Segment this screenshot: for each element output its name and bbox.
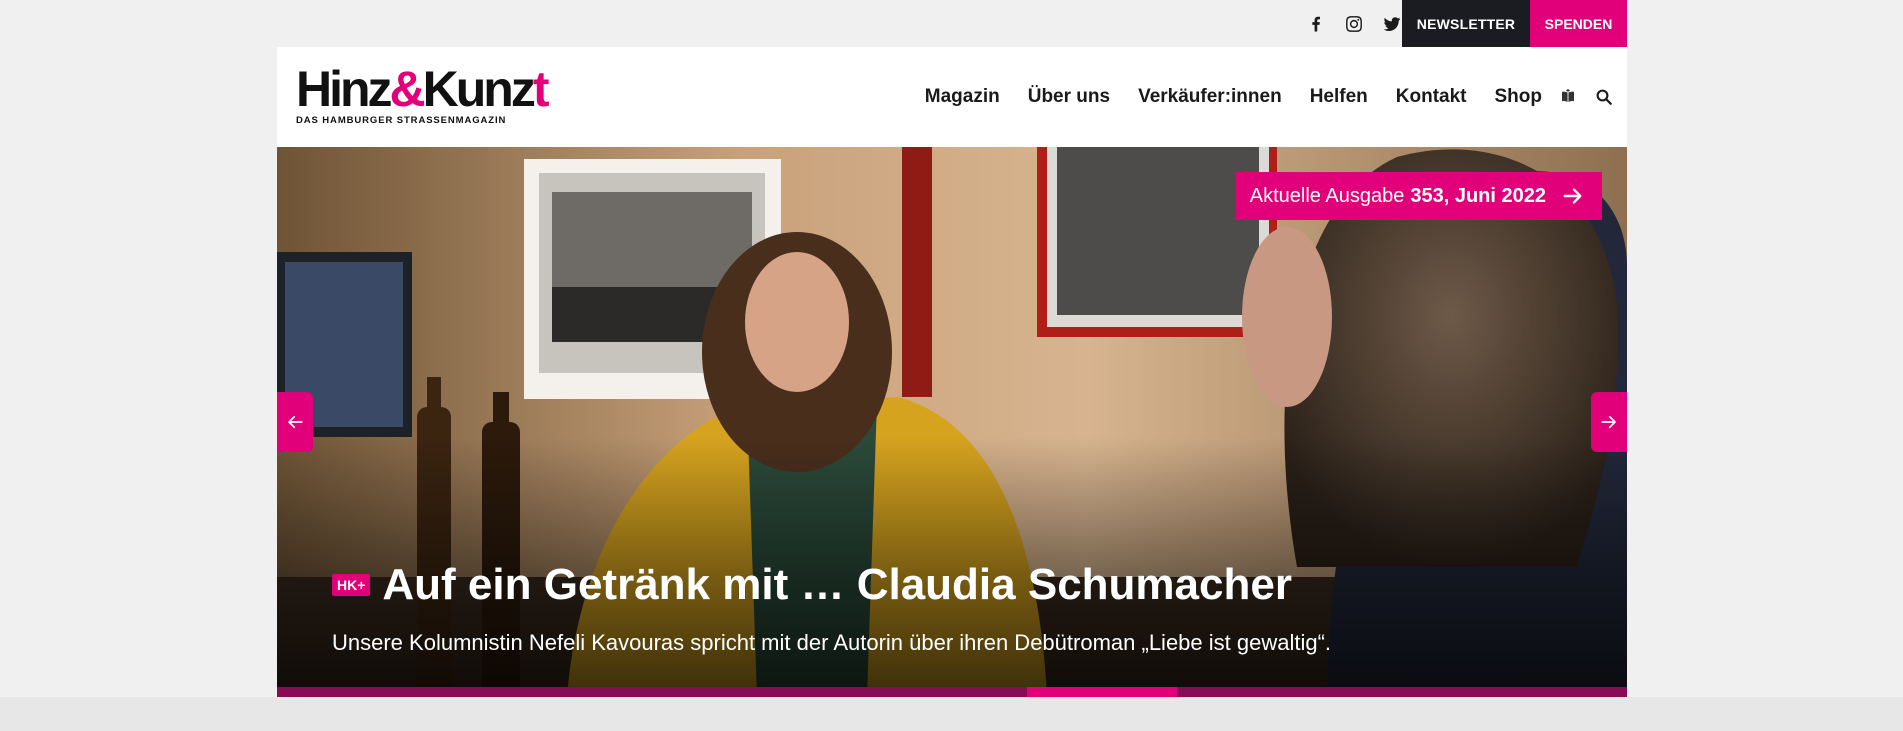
hk-plus-badge: HK+ (332, 574, 371, 596)
top-bar: NEWSLETTER SPENDEN (277, 0, 1627, 47)
donate-button[interactable]: SPENDEN (1530, 0, 1627, 47)
site-logo[interactable]: Hinz&Kunzt DAS HAMBURGER STRASSENMAGAZIN (296, 61, 549, 126)
nav-item-ueber-uns[interactable]: Über uns (1028, 86, 1110, 108)
search-icon[interactable] (1595, 88, 1613, 106)
social-links (1306, 0, 1402, 47)
issue-value: 353, Juni 2022 (1410, 184, 1546, 207)
nav-item-magazin[interactable]: Magazin (925, 86, 1000, 108)
slide-caption: HK+ Auf ein Getränk mit … Claudia Schuma… (332, 559, 1567, 657)
nav-item-kontakt[interactable]: Kontakt (1396, 86, 1467, 108)
instagram-icon[interactable] (1344, 14, 1364, 34)
arrow-left-icon (288, 415, 303, 429)
main-nav: Magazin Über uns Verkäufer:innen Helfen … (925, 47, 1542, 147)
slider-progress-active (1027, 687, 1177, 697)
page-bottom-strip (0, 697, 1903, 731)
slider-next-button[interactable] (1591, 392, 1627, 452)
issue-label: Aktuelle Ausgabe (1249, 184, 1405, 207)
twitter-icon[interactable] (1382, 14, 1402, 34)
logo-wordmark: Hinz&Kunzt (296, 61, 549, 117)
newsletter-button[interactable]: NEWSLETTER (1402, 0, 1530, 47)
slide-title[interactable]: Auf ein Getränk mit … Claudia Schumacher (382, 559, 1292, 611)
slider-progress-bar (277, 687, 1627, 697)
slider-prev-button[interactable] (277, 392, 313, 452)
book-icon[interactable] (1559, 88, 1577, 106)
header-icons (1559, 47, 1613, 147)
current-issue-badge[interactable]: Aktuelle Ausgabe 353, Juni 2022 (1235, 172, 1602, 220)
arrow-right-icon (1563, 188, 1582, 204)
slide-subtitle: Unsere Kolumnistin Nefeli Kavouras spric… (332, 630, 1332, 655)
hero-slider: Aktuelle Ausgabe 353, Juni 2022 HK+ Auf … (277, 147, 1627, 697)
facebook-icon[interactable] (1306, 14, 1326, 34)
nav-item-verkaeufer[interactable]: Verkäufer:innen (1138, 86, 1282, 108)
nav-item-shop[interactable]: Shop (1495, 86, 1543, 108)
arrow-right-icon (1601, 415, 1616, 429)
logo-tagline: DAS HAMBURGER STRASSENMAGAZIN (296, 115, 507, 126)
nav-item-helfen[interactable]: Helfen (1310, 86, 1368, 108)
slide-headline[interactable]: HK+ Auf ein Getränk mit … Claudia Schuma… (332, 559, 1567, 611)
site-header: Hinz&Kunzt DAS HAMBURGER STRASSENMAGAZIN… (277, 47, 1627, 147)
